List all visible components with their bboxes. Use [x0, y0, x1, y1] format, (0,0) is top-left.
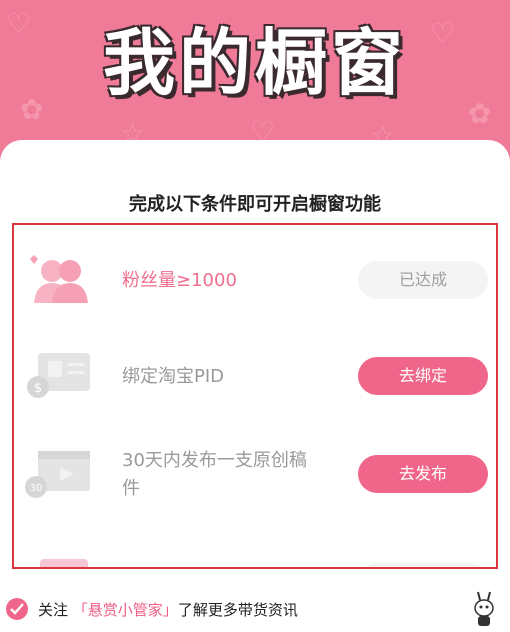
fans-icon — [30, 255, 88, 303]
id-card-icon: $ — [27, 353, 90, 398]
requirement-label: 粉丝量≥1000 — [122, 270, 237, 291]
mascot-icon — [474, 591, 494, 626]
follow-suffix: 了解更多带货资讯 — [177, 601, 298, 619]
footer-follow-bar: 关注 「悬赏小管家」了解更多带货资讯 — [0, 590, 510, 632]
follow-account-link[interactable]: 「悬赏小管家」 — [73, 601, 178, 619]
check-icon[interactable] — [6, 598, 28, 620]
svg-text:30: 30 — [30, 483, 43, 494]
requirement-label: 绑定淘宝PID — [122, 366, 225, 387]
bind-button[interactable]: 去绑定 — [358, 357, 488, 395]
achieved-button: 已达成 — [358, 261, 488, 299]
card-title: 完成以下条件即可开启橱窗功能 — [129, 194, 381, 215]
requirement-row-video: 30 30天内发布一支原创稿件 去发布 — [14, 435, 496, 515]
partial-icon — [40, 559, 88, 567]
video-icon: 30 — [25, 451, 90, 498]
publish-button[interactable]: 去发布 — [358, 455, 488, 493]
follow-text: 关注 「悬赏小管家」了解更多带货资讯 — [38, 599, 298, 620]
requirement-row-partial — [14, 543, 496, 567]
requirement-row-fans: 粉丝量≥1000 已达成 — [14, 241, 496, 321]
partial-button — [358, 563, 488, 567]
requirement-label: 30天内发布一支原创稿件 — [122, 450, 307, 499]
requirements-list: 粉丝量≥1000 已达成 $ 绑定淘宝PID 去绑定 30 30天内发布一支原创… — [12, 223, 498, 569]
svg-text:$: $ — [34, 381, 42, 396]
follow-prefix: 关注 — [38, 601, 69, 619]
requirement-row-pid: $ 绑定淘宝PID 去绑定 — [14, 337, 496, 417]
page-title: 我的橱窗 — [102, 21, 407, 105]
